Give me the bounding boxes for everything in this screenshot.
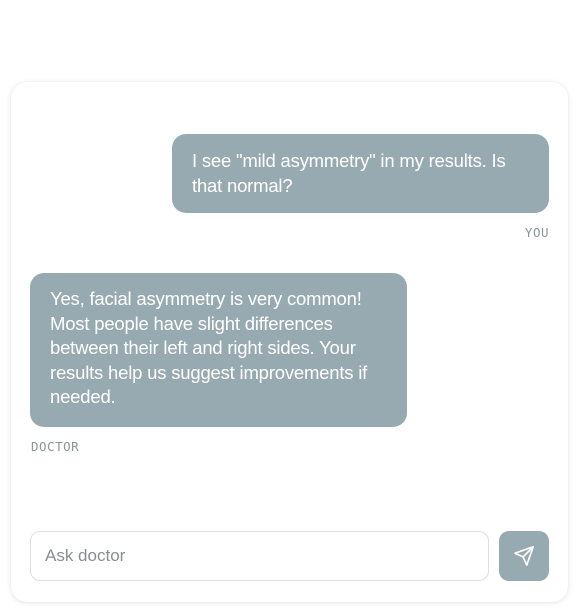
send-icon	[513, 545, 535, 567]
send-button[interactable]	[499, 531, 549, 581]
doctor-sender-label: DOCTOR	[31, 439, 80, 454]
chat-card: I see "mild asymmetry" in my results. Is…	[11, 82, 568, 602]
user-message-bubble: I see "mild asymmetry" in my results. Is…	[172, 134, 549, 213]
user-sender-label: YOU	[524, 225, 549, 240]
ask-doctor-input[interactable]	[30, 531, 489, 581]
doctor-message-bubble: Yes, facial asymmetry is very common! Mo…	[30, 273, 407, 427]
